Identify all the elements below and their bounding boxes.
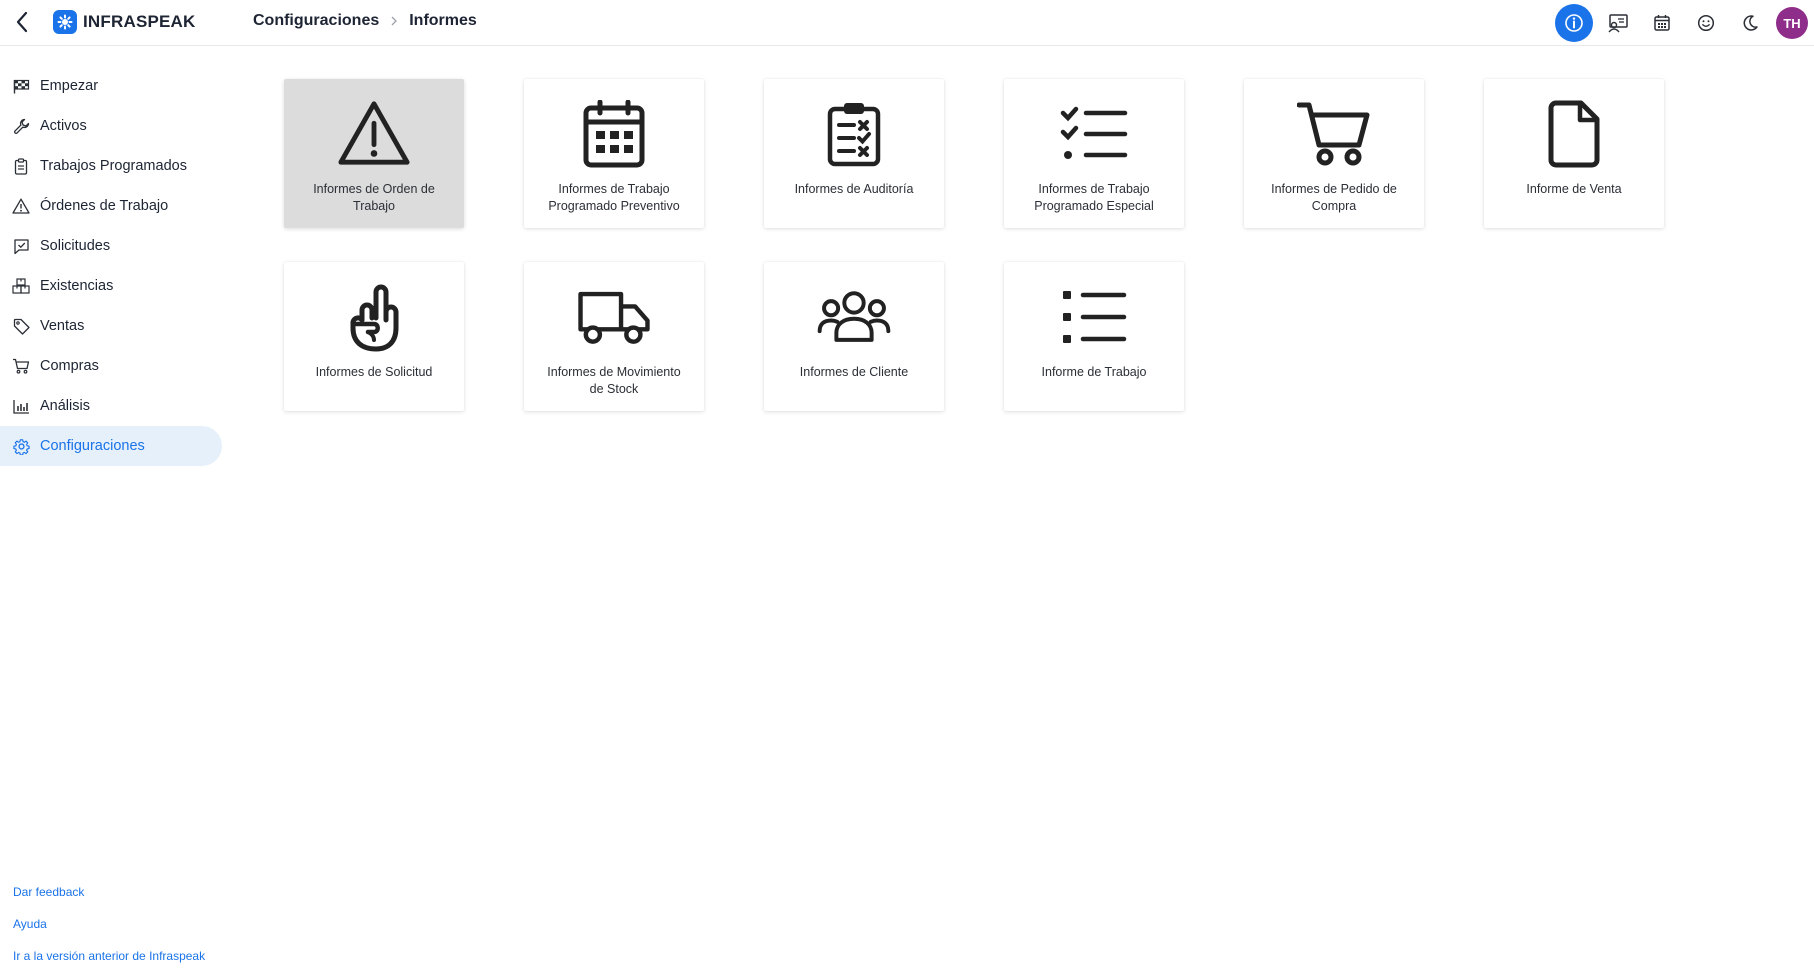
logo-mark-icon xyxy=(53,10,77,34)
report-card-label: Informes de Pedido de Compra xyxy=(1271,182,1397,213)
sidebar-item-label: Órdenes de Trabajo xyxy=(40,198,169,214)
report-card-label: Informe de Trabajo xyxy=(1041,365,1147,379)
report-card-pedido-de-compra[interactable]: Informes de Pedido de Compra xyxy=(1244,79,1424,228)
breadcrumb-parent[interactable]: Configuraciones xyxy=(253,12,379,30)
moon-icon xyxy=(1743,15,1758,31)
report-card-trabajo[interactable]: Informe de Trabajo xyxy=(1004,262,1184,411)
board-button[interactable] xyxy=(1596,0,1640,46)
list-icon xyxy=(1057,280,1131,354)
help-link[interactable]: Ayuda xyxy=(13,908,205,940)
sidebar-item-label: Compras xyxy=(40,358,99,374)
bar-chart-icon xyxy=(12,397,30,415)
report-card-venta[interactable]: Informe de Venta xyxy=(1484,79,1664,228)
boxes-icon xyxy=(12,277,30,295)
hand-pointing-icon xyxy=(337,280,411,354)
report-card-label: Informes de Movimiento de Stock xyxy=(547,365,681,396)
sidebar-item-solicitudes[interactable]: Solicitudes xyxy=(0,226,222,266)
brand-name: INFRASPEAK xyxy=(83,12,196,31)
flag-icon xyxy=(12,77,30,95)
sidebar-item-label: Trabajos Programados xyxy=(40,158,187,174)
report-card-ordenes-de-trabajo[interactable]: Informes de Orden de Trabajo xyxy=(284,79,464,228)
top-actions: TH xyxy=(1552,0,1814,46)
feedback-link[interactable]: Dar feedback xyxy=(13,876,205,908)
report-card-trabajo-programado-preventivo[interactable]: Informes de Trabajo Programado Preventiv… xyxy=(524,79,704,228)
tag-icon xyxy=(12,317,30,335)
clipboard-checklist-icon xyxy=(817,97,891,171)
chat-check-icon xyxy=(12,237,30,255)
sidebar-footer: Dar feedback Ayuda Ir a la versión anter… xyxy=(13,876,205,972)
calendar-icon xyxy=(577,97,651,171)
report-card-label: Informes de Auditoría xyxy=(794,182,914,196)
sidebar-item-ventas[interactable]: Ventas xyxy=(0,306,222,346)
sidebar-item-trabajos-programados[interactable]: Trabajos Programados xyxy=(0,146,222,186)
cart-icon xyxy=(12,357,30,375)
sidebar-item-compras[interactable]: Compras xyxy=(0,346,222,386)
chevron-left-icon xyxy=(16,11,28,33)
sidebar-item-label: Activos xyxy=(40,118,87,134)
shopping-cart-icon xyxy=(1297,97,1371,171)
feedback-button[interactable] xyxy=(1684,0,1728,46)
sidebar-item-label: Ventas xyxy=(40,318,85,334)
sidebar-item-activos[interactable]: Activos xyxy=(0,106,222,146)
report-card-label: Informes de Trabajo Programado Preventiv… xyxy=(548,182,680,213)
warning-icon xyxy=(12,197,30,215)
breadcrumb: Configuraciones Informes xyxy=(253,12,477,30)
calendar-button[interactable] xyxy=(1640,0,1684,46)
sidebar-item-label: Análisis xyxy=(40,398,90,414)
info-icon xyxy=(1555,4,1593,42)
report-card-auditoria[interactable]: Informes de Auditoría xyxy=(764,79,944,228)
clipboard-icon xyxy=(12,157,30,175)
users-icon xyxy=(817,280,891,354)
back-button[interactable] xyxy=(8,8,36,36)
chevron-right-icon xyxy=(389,15,399,27)
document-icon xyxy=(1537,97,1611,171)
report-card-solicitud[interactable]: Informes de Solicitud xyxy=(284,262,464,411)
dark-mode-button[interactable] xyxy=(1728,0,1772,46)
report-card-label: Informes de Cliente xyxy=(799,365,909,379)
board-icon xyxy=(1608,14,1628,33)
sidebar-item-ordenes-de-trabajo[interactable]: Órdenes de Trabajo xyxy=(0,186,222,226)
checklist-icon xyxy=(1057,97,1131,171)
sidebar-item-existencias[interactable]: Existencias xyxy=(0,266,222,306)
old-version-link[interactable]: Ir a la versión anterior de Infraspeak xyxy=(13,940,205,972)
report-card-label: Informes de Orden de Trabajo xyxy=(313,182,435,213)
top-bar: INFRASPEAK Configuraciones Informes TH xyxy=(0,0,1814,46)
gear-icon xyxy=(12,437,30,455)
infraspeak-logo[interactable]: INFRASPEAK xyxy=(53,10,196,34)
sidebar-item-label: Empezar xyxy=(40,78,99,94)
reports-grid: Informes de Orden de Trabajo Informes de… xyxy=(284,79,1704,411)
sidebar-item-analisis[interactable]: Análisis xyxy=(0,386,222,426)
smiley-icon xyxy=(1697,14,1715,32)
calendar-icon xyxy=(1654,15,1670,31)
warning-triangle-icon xyxy=(337,97,411,171)
report-card-label: Informe de Venta xyxy=(1526,182,1622,196)
sidebar-item-configuraciones[interactable]: Configuraciones xyxy=(0,426,222,466)
sidebar: Empezar Activos Trabajos Programados Órd… xyxy=(0,46,224,974)
sidebar-item-label: Configuraciones xyxy=(40,438,145,454)
info-button[interactable] xyxy=(1552,0,1596,46)
report-card-trabajo-programado-especial[interactable]: Informes de Trabajo Programado Especial xyxy=(1004,79,1184,228)
sidebar-nav: Empezar Activos Trabajos Programados Órd… xyxy=(0,66,222,466)
sidebar-item-label: Existencias xyxy=(40,278,114,294)
wrench-icon xyxy=(12,117,30,135)
sidebar-item-label: Solicitudes xyxy=(40,238,111,254)
user-avatar[interactable]: TH xyxy=(1776,7,1808,39)
truck-icon xyxy=(577,280,651,354)
breadcrumb-current: Informes xyxy=(409,12,477,29)
report-card-label: Informes de Trabajo Programado Especial xyxy=(1034,182,1154,213)
report-card-cliente[interactable]: Informes de Cliente xyxy=(764,262,944,411)
report-card-movimiento-de-stock[interactable]: Informes de Movimiento de Stock xyxy=(524,262,704,411)
sidebar-item-empezar[interactable]: Empezar xyxy=(0,66,222,106)
report-card-label: Informes de Solicitud xyxy=(315,365,433,379)
